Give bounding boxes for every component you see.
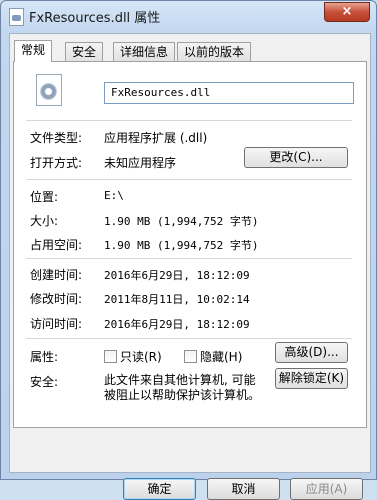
created-value: 2016年6月29日, 18:12:09 [104, 269, 250, 282]
hidden-check-box[interactable] [184, 350, 197, 363]
change-button[interactable]: 更改(C)... [244, 147, 348, 168]
security-message: 此文件来自其他计算机, 可能 被阻止以帮助保护该计算机。 [104, 373, 274, 403]
security-text-line1: 此文件来自其他计算机, 可能 [104, 373, 256, 387]
readonly-label: 只读(R) [120, 350, 162, 364]
size-on-disk-value: 1.90 MB (1,994,752 字节) [104, 239, 259, 252]
hidden-checkbox[interactable]: 隐藏(H) [184, 348, 242, 365]
opens-with-label: 打开方式: [30, 156, 83, 170]
created-label: 创建时间: [30, 268, 83, 282]
location-label: 位置: [30, 190, 59, 204]
size-value: 1.90 MB (1,994,752 字节) [104, 215, 259, 228]
security-text-line2: 被阻止以帮助保护该计算机。 [104, 388, 261, 402]
general-panel: FxResources.dll 文件类型: 应用程序扩展 (.dll) 打开方式… [13, 61, 367, 428]
title-bar[interactable]: FxResources.dll 属性 × [1, 1, 376, 31]
dll-file-icon [36, 74, 62, 106]
attributes-label: 属性: [30, 350, 59, 364]
security-label: 安全: [30, 375, 59, 389]
divider [26, 258, 352, 259]
readonly-checkbox[interactable]: 只读(R) [104, 348, 162, 365]
modified-value: 2011年8月11日, 10:02:14 [104, 293, 250, 306]
size-on-disk-label: 占用空间: [30, 238, 83, 252]
location-value: E:\ [104, 189, 124, 202]
accessed-value: 2016年6月29日, 18:12:09 [104, 318, 250, 331]
tab-security[interactable]: 安全 [65, 42, 104, 61]
size-label: 大小: [30, 214, 59, 228]
unblock-button[interactable]: 解除锁定(K) [275, 368, 348, 389]
tab-previous-versions[interactable]: 以前的版本 [177, 42, 252, 61]
file-type-value: 应用程序扩展 (.dll) [104, 131, 208, 145]
window-title: FxResources.dll 属性 [29, 11, 161, 26]
file-name-field[interactable]: FxResources.dll [104, 82, 354, 104]
ok-button[interactable]: 确定 [123, 478, 196, 500]
tab-general[interactable]: 常规 [14, 40, 53, 62]
readonly-check-box[interactable] [104, 350, 117, 363]
tab-strip: 常规 安全 详细信息 以前的版本 [10, 40, 370, 62]
file-type-label: 文件类型: [30, 131, 83, 145]
apply-button[interactable]: 应用(A) [290, 478, 363, 500]
close-button[interactable]: × [324, 2, 370, 22]
properties-window: FxResources.dll 属性 × 常规 安全 详细信息 以前的版本 Fx… [0, 0, 377, 500]
file-icon [9, 8, 24, 26]
tab-details[interactable]: 详细信息 [113, 42, 176, 61]
divider [26, 338, 352, 339]
accessed-label: 访问时间: [30, 317, 83, 331]
divider [26, 179, 352, 180]
gear-icon [40, 83, 57, 100]
dialog-client: 常规 安全 详细信息 以前的版本 FxResources.dll 文件类型: 应… [9, 33, 371, 500]
modified-label: 修改时间: [30, 292, 83, 306]
cancel-button[interactable]: 取消 [207, 478, 280, 500]
advanced-button[interactable]: 高级(D)... [275, 342, 348, 363]
divider [26, 120, 352, 121]
opens-with-value: 未知应用程序 [104, 156, 177, 170]
hidden-label: 隐藏(H) [200, 350, 243, 364]
